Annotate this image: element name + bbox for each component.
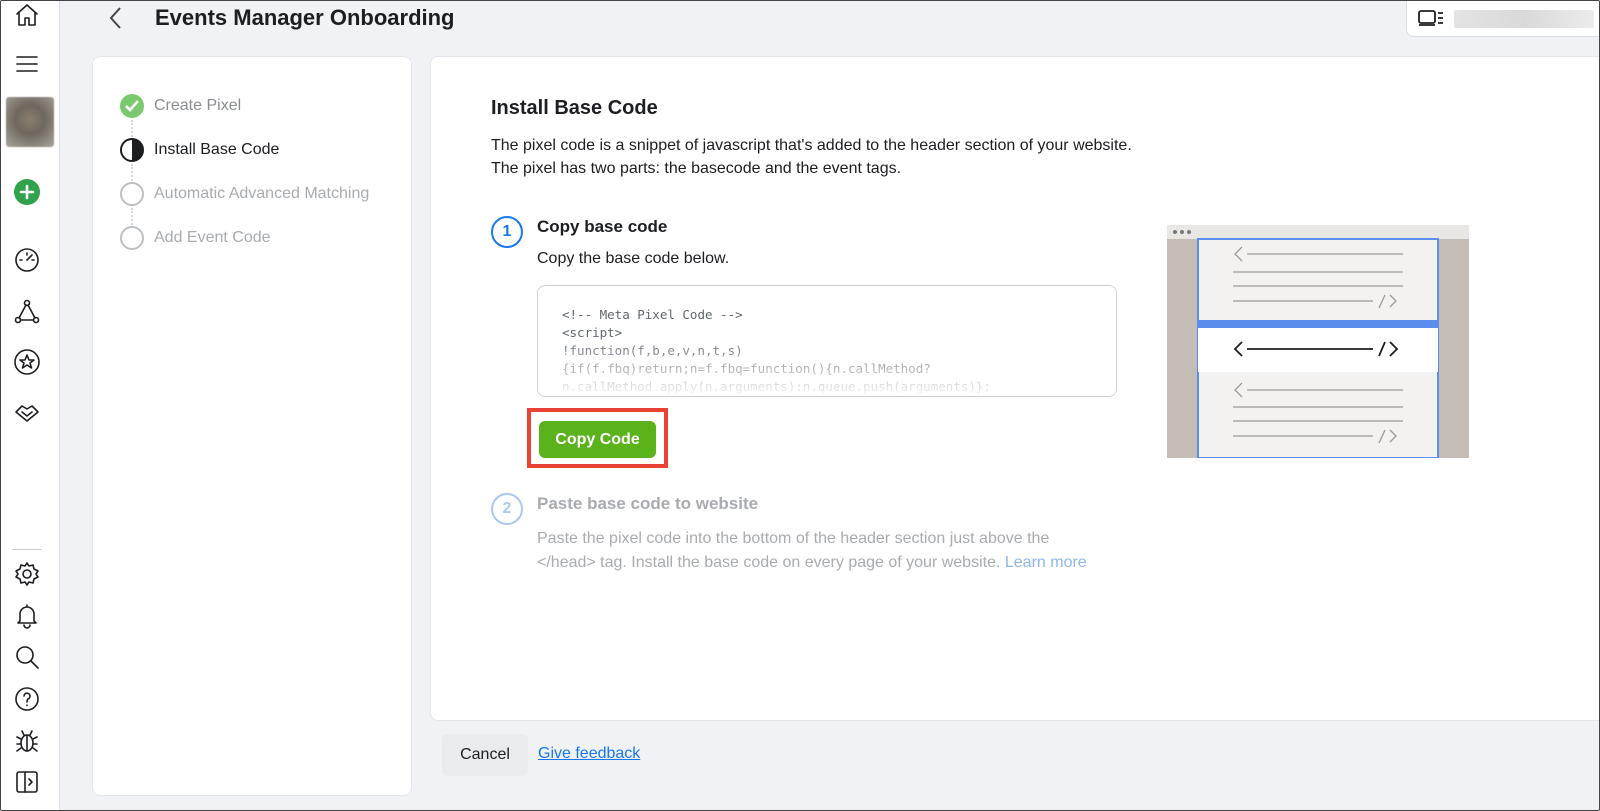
account-name: n — [1454, 10, 1594, 28]
learn-more-link[interactable]: Learn more — [1005, 554, 1087, 571]
dashboard-icon[interactable] — [11, 244, 43, 276]
back-button[interactable] — [101, 1, 131, 35]
avatar[interactable] — [6, 97, 54, 147]
bell-icon[interactable] — [11, 600, 43, 632]
panel-toggle-icon[interactable] — [11, 766, 43, 798]
description-line: </head> tag. Install the base code on ev… — [537, 551, 1087, 575]
step-label: Create Pixel — [154, 97, 242, 114]
copy-code-button[interactable]: Copy Code — [539, 421, 656, 458]
half-circle-icon — [120, 138, 144, 162]
graph-icon[interactable] — [11, 296, 43, 328]
step-automatic-advanced-matching[interactable]: Automatic Advanced Matching — [120, 181, 369, 207]
step-number-badge: 2 — [491, 493, 523, 525]
check-circle-icon — [120, 94, 144, 118]
onboarding-steps-panel: Create Pixel Install Base Code Automatic… — [92, 56, 412, 796]
add-icon[interactable] — [11, 176, 43, 208]
step-install-base-code[interactable]: Install Base Code — [120, 137, 279, 163]
top-bar: Events Manager Onboarding n — [61, 1, 1599, 41]
rail-divider — [12, 549, 42, 550]
code-fade-overlay — [538, 336, 1116, 396]
help-icon[interactable] — [11, 683, 43, 715]
empty-circle-icon — [120, 182, 144, 206]
install-base-code-panel: Install Base Code The pixel code is a sn… — [430, 56, 1599, 721]
empty-circle-icon — [120, 226, 144, 250]
step-add-event-code[interactable]: Add Event Code — [120, 225, 271, 251]
copy-base-code-description: Copy the base code below. — [537, 250, 730, 267]
settings-icon[interactable] — [11, 558, 43, 590]
bug-icon[interactable] — [11, 725, 43, 757]
handshake-icon[interactable] — [11, 397, 43, 429]
cancel-button[interactable]: Cancel — [442, 734, 528, 776]
home-icon[interactable] — [11, 1, 43, 31]
step-number-badge: 1 — [491, 216, 523, 248]
menu-icon[interactable] — [11, 48, 43, 80]
footer-bar: Cancel Give feedback — [430, 727, 1599, 796]
description-line: The pixel has two parts: the basecode an… — [491, 160, 902, 177]
app-window: Events Manager Onboarding n Create Pixel… — [0, 0, 1600, 811]
base-code-box[interactable]: <!-- Meta Pixel Code --> <script> !funct… — [537, 285, 1117, 397]
section-description: The pixel code is a snippet of javascrip… — [491, 134, 1132, 180]
highlight-box: Copy Code — [527, 408, 668, 468]
description-text: </head> tag. Install the base code on ev… — [537, 554, 1001, 571]
description-line: Paste the pixel code into the bottom of … — [537, 530, 1050, 547]
search-icon[interactable] — [11, 641, 43, 673]
give-feedback-link[interactable]: Give feedback — [538, 745, 640, 763]
paste-base-code-title: Paste base code to website — [537, 494, 759, 513]
step-label: Add Event Code — [154, 229, 271, 246]
business-account-icon — [1417, 8, 1445, 28]
left-rail — [1, 1, 60, 810]
step-label: Automatic Advanced Matching — [154, 185, 370, 202]
account-switcher[interactable]: n — [1406, 1, 1599, 37]
chevron-left-icon — [109, 7, 121, 29]
description-line: The pixel code is a snippet of javascrip… — [491, 137, 1132, 154]
step-create-pixel[interactable]: Create Pixel — [120, 93, 241, 119]
step-label: Install Base Code — [154, 141, 280, 158]
section-title: Install Base Code — [491, 97, 658, 119]
copy-base-code-title: Copy base code — [537, 217, 668, 236]
browser-code-illustration — [1167, 225, 1469, 458]
paste-base-code-description: Paste the pixel code into the bottom of … — [537, 527, 1087, 575]
page-title: Events Manager Onboarding — [155, 5, 455, 30]
star-icon[interactable] — [11, 346, 43, 378]
